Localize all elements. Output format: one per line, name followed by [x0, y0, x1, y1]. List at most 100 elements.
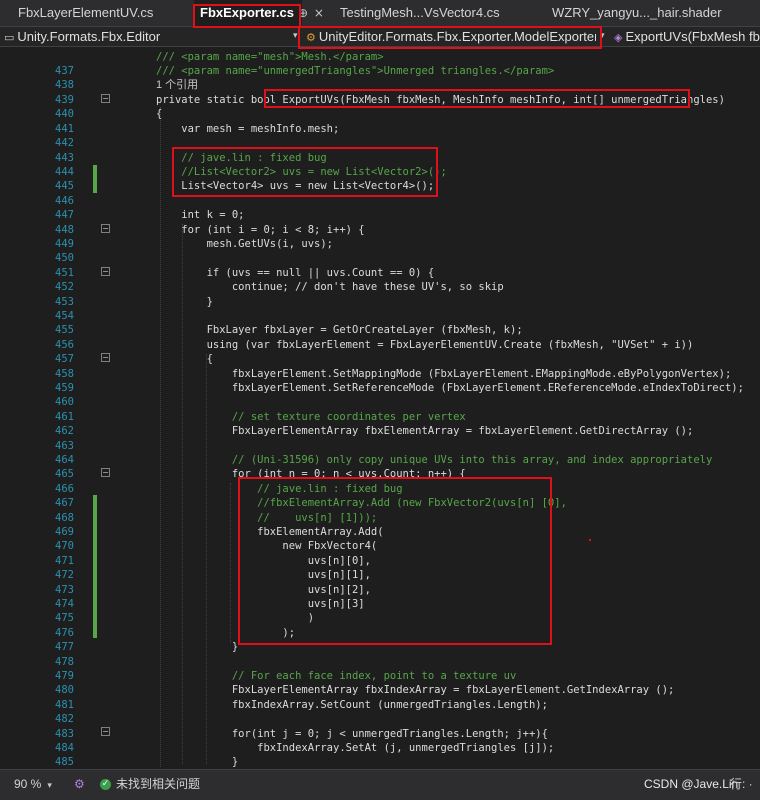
- line-number: 471: [55, 555, 74, 567]
- code-line: );: [156, 627, 296, 639]
- code-line: using (var fbxLayerElement = FbxLayerEle…: [156, 339, 694, 351]
- collapse-toggle-icon[interactable]: −: [101, 353, 110, 362]
- code-editor[interactable]: − − − − − − 437 438 439 440 441 442 443 …: [0, 47, 760, 768]
- reference-count-codelens[interactable]: 1 个引用: [156, 78, 198, 92]
- line-number: 473: [55, 584, 74, 596]
- line-number: 462: [55, 425, 74, 437]
- status-bar: 90 % ▾ ⚙ ✓ 未找到相关问题 CSDN @Jave.Lin 行: ·: [0, 769, 760, 800]
- line-number: 448: [55, 224, 74, 236]
- line-number: 446: [55, 195, 74, 207]
- close-tab-icon[interactable]: ×: [314, 6, 324, 20]
- collapse-toggle-icon[interactable]: −: [101, 94, 110, 103]
- code-line: uvs[n][3]: [156, 598, 365, 610]
- code-line: ): [156, 612, 315, 624]
- line-number: 470: [55, 540, 74, 552]
- tab-hair-shader[interactable]: WZRY_yangyu..._hair.shader: [546, 0, 760, 26]
- collapse-toggle-icon[interactable]: −: [101, 727, 110, 736]
- line-number: 475: [55, 612, 74, 624]
- tab-fbxexporter[interactable]: FbxExporter.cs: [194, 0, 302, 26]
- zoom-level: 90 %: [14, 777, 42, 791]
- code-line: if (uvs == null || uvs.Count == 0) {: [156, 267, 435, 279]
- line-number: 467: [55, 497, 74, 509]
- code-line: {: [156, 108, 163, 120]
- line-number: 482: [55, 713, 74, 725]
- project-name: Unity.Formats.Fbx.Editor: [17, 29, 161, 44]
- line-number: 454: [55, 310, 74, 322]
- code-line: // jave.lin : fixed bug: [156, 483, 403, 495]
- line-number: 447: [55, 209, 74, 221]
- code-line: fbxLayerElement.SetMappingMode (FbxLayer…: [156, 368, 732, 380]
- line-number: 443: [55, 152, 74, 164]
- code-line: int k = 0;: [156, 209, 245, 221]
- document-tab-bar: FbxLayerElementUV.cs FbxExporter.cs ⊕ × …: [0, 0, 760, 27]
- code-line: fbxElementArray.Add(: [156, 526, 384, 538]
- line-number: 484: [55, 742, 74, 754]
- code-line: fbxIndexArray.SetAt (j, unmergedTriangle…: [156, 742, 555, 754]
- member-dropdown[interactable]: ◈ExportUVs(FbxMesh fbxMesh, MeshInfo mes…: [614, 27, 760, 46]
- code-line: //List<Vector2> uvs = new List<Vector2>(…: [156, 166, 447, 178]
- code-line: uvs[n][2],: [156, 584, 371, 596]
- class-dropdown[interactable]: ⚙ UnityEditor.Formats.Fbx.Exporter.ModelE…: [306, 27, 596, 46]
- line-number: 479: [55, 670, 74, 682]
- line-number: 440: [55, 108, 74, 120]
- code-line: // set texture coordinates per vertex: [156, 411, 466, 423]
- code-line: // For each face index, point to a textu…: [156, 670, 517, 682]
- code-line: fbxIndexArray.SetCount (unmergedTriangle…: [156, 699, 548, 711]
- line-number: 449: [55, 238, 74, 250]
- project-dropdown[interactable]: ▭ Unity.Formats.Fbx.Editor: [4, 27, 290, 46]
- line-number: 441: [55, 123, 74, 135]
- method-icon: ◈: [614, 31, 623, 44]
- copilot-icon[interactable]: ⚙: [74, 770, 85, 798]
- code-line: // jave.lin : fixed bug: [156, 152, 327, 164]
- code-line: for (int i = 0; i < 8; i++) {: [156, 224, 365, 236]
- code-line: uvs[n][1],: [156, 569, 371, 581]
- code-line: // uvs[n] [1]));: [156, 512, 378, 524]
- line-number: 472: [55, 569, 74, 581]
- csdn-watermark: CSDN @Jave.Lin: [644, 777, 739, 791]
- line-number: 455: [55, 324, 74, 336]
- csharp-project-icon: ▭: [4, 31, 15, 44]
- tab-actions: ⊕ ×: [298, 0, 324, 26]
- collapse-toggle-icon[interactable]: −: [101, 468, 110, 477]
- line-number: 464: [55, 454, 74, 466]
- code-line: fbxLayerElement.SetReferenceMode (FbxLay…: [156, 382, 744, 394]
- line-number: 474: [55, 598, 74, 610]
- code-line: /// <param name="unmergedTriangles">Unme…: [156, 65, 555, 77]
- code-line: {: [156, 353, 213, 365]
- line-number: 483: [55, 728, 74, 740]
- code-line: /// <param name="mesh">Mesh.</param>: [156, 51, 384, 63]
- line-number: 465: [55, 468, 74, 480]
- annotation-dot: [589, 539, 591, 541]
- code-line: uvs[n][0],: [156, 555, 371, 567]
- collapse-toggle-icon[interactable]: −: [101, 224, 110, 233]
- line-number: 476: [55, 627, 74, 639]
- line-number: 451: [55, 267, 74, 279]
- code-line: for (int n = 0; n < uvs.Count; n++) {: [156, 468, 466, 480]
- tab-fbxlayerelementuv[interactable]: FbxLayerElementUV.cs: [12, 0, 196, 26]
- line-number: 438: [55, 79, 74, 91]
- code-line: mesh.GetUVs(i, uvs);: [156, 238, 334, 250]
- code-line: // (Uni-31596) only copy unique UVs into…: [156, 454, 713, 466]
- project-chevron-down-icon[interactable]: ▾: [293, 27, 298, 46]
- pin-tab-icon[interactable]: ⊕: [298, 6, 308, 20]
- line-number: 460: [55, 396, 74, 408]
- line-number: 437: [55, 65, 74, 77]
- class-name: UnityEditor.Formats.Fbx.Exporter.ModelEx…: [318, 29, 596, 44]
- code-line: FbxLayer fbxLayer = GetOrCreateLayer (fb…: [156, 324, 523, 336]
- line-number: 452: [55, 281, 74, 293]
- class-chevron-down-icon[interactable]: ▾: [600, 27, 605, 46]
- collapse-toggle-icon[interactable]: −: [101, 267, 110, 276]
- line-number: 469: [55, 526, 74, 538]
- code-line: continue; // don't have these UV's, so s…: [156, 281, 504, 293]
- line-number: 480: [55, 684, 74, 696]
- zoom-level-dropdown[interactable]: 90 % ▾: [14, 770, 52, 798]
- code-line: private static bool ExportUVs(FbxMesh fb…: [156, 94, 725, 106]
- code-line: for(int j = 0; j < unmergedTriangles.Len…: [156, 728, 548, 740]
- change-marker: [93, 165, 97, 193]
- line-number: 453: [55, 296, 74, 308]
- tab-testingmesh[interactable]: TestingMesh...VsVector4.cs: [334, 0, 544, 26]
- issues-indicator[interactable]: ✓ 未找到相关问题: [100, 770, 200, 798]
- line-number: 450: [55, 252, 74, 264]
- line-number: 481: [55, 699, 74, 711]
- code-line: new FbxVector4(: [156, 540, 378, 552]
